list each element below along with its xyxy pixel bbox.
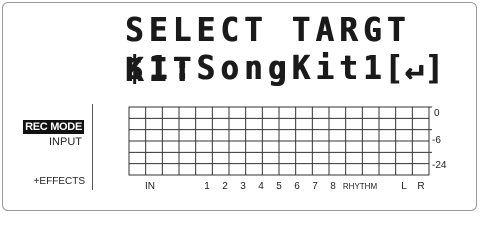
level-meter: IN 1 2 3 4 5 6 7 8 RHYTHM L R — [128, 106, 432, 192]
channel-label: 3 — [240, 181, 246, 192]
channel-labels: IN 1 2 3 4 5 6 7 8 RHYTHM L R — [145, 181, 425, 192]
channel-label: L — [401, 181, 407, 192]
channel-label: 8 — [330, 181, 336, 192]
db-label-0: 0 — [434, 108, 440, 119]
db-label-24: -24 — [432, 160, 447, 171]
db-label-6: -6 — [432, 135, 441, 146]
channel-label: 4 — [258, 181, 264, 192]
channel-label: 1 — [204, 181, 210, 192]
channel-label: 6 — [294, 181, 300, 192]
channel-label: 2 — [222, 181, 228, 192]
channel-label: IN — [145, 181, 155, 192]
channel-label: 5 — [276, 181, 282, 192]
meter-grid — [128, 106, 432, 176]
channel-label: R — [417, 181, 424, 192]
channel-label: 7 — [312, 181, 318, 192]
channel-label: RHYTHM — [343, 182, 378, 191]
